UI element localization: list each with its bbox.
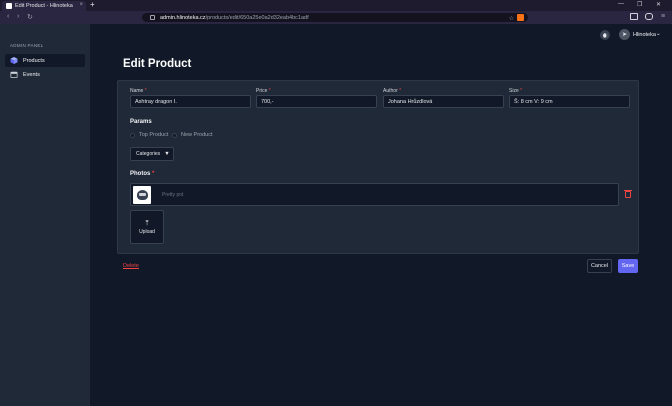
save-button[interactable]: Save xyxy=(618,259,638,273)
calendar-icon xyxy=(10,71,18,78)
browser-toolbar: ‹ › ↻ admin.hlinoteka.cz /products/edit/… xyxy=(0,11,672,24)
categories-dropdown[interactable]: Categories ▼ xyxy=(130,147,174,161)
lock-icon xyxy=(150,15,155,20)
sidebar-item-products[interactable]: Products xyxy=(5,54,85,67)
top-product-label: Top Product xyxy=(139,132,169,138)
radio-icon xyxy=(172,132,177,138)
trash-icon[interactable] xyxy=(624,190,632,198)
name-label: Name * xyxy=(130,88,147,94)
sidebar-item-label: Products xyxy=(23,57,45,64)
params-heading: Params xyxy=(130,119,152,125)
delete-button[interactable]: Delete xyxy=(123,263,139,269)
author-field[interactable]: Johana Hrůzdlová xyxy=(383,95,504,108)
upload-label: Upload xyxy=(139,228,155,235)
browser-tab-title: Edit Product - Hlinoteka xyxy=(15,3,73,9)
caret-down-icon: ▼ xyxy=(164,151,170,157)
radio-icon xyxy=(130,132,135,138)
chevron-down-icon[interactable]: ⌄ xyxy=(656,31,661,37)
photo-item: Pretty pot xyxy=(130,183,619,206)
sidebar-toggle-icon[interactable] xyxy=(630,13,638,20)
user-menu-name[interactable]: Hlinoteka xyxy=(633,32,656,38)
top-product-toggle[interactable]: Top Product xyxy=(130,132,168,138)
bookmark-icon[interactable]: ☆ xyxy=(509,15,514,22)
sidebar-heading: ADMIN PANEL xyxy=(10,43,44,48)
upload-icon: ⤒ xyxy=(145,219,149,227)
photo-thumbnail[interactable] xyxy=(133,186,151,204)
sidebar-item-events[interactable]: Events xyxy=(5,68,85,81)
address-bar[interactable]: admin.hlinoteka.cz /products/edit/650a25… xyxy=(142,13,528,22)
forward-icon[interactable]: › xyxy=(17,13,19,20)
name-field[interactable]: Ashtray dragon I. xyxy=(130,95,251,108)
menu-icon[interactable]: ≡ xyxy=(661,13,665,20)
url-host: admin.hlinoteka.cz xyxy=(160,14,206,21)
new-tab-button[interactable]: + xyxy=(90,0,95,9)
pot-image-icon xyxy=(136,190,148,200)
photos-heading: Photos * xyxy=(130,171,155,177)
sidebar-item-label: Events xyxy=(23,71,40,78)
restore-icon[interactable]: ❐ xyxy=(637,1,642,8)
price-label: Price * xyxy=(256,88,271,94)
wallet-icon[interactable] xyxy=(645,13,653,20)
moon-icon xyxy=(602,32,608,38)
cancel-button[interactable]: Cancel xyxy=(587,259,612,273)
browser-tab-bar: Edit Product - Hlinoteka × + — ❐ ✕ xyxy=(0,0,672,11)
favicon-icon xyxy=(6,3,12,9)
close-tab-icon[interactable]: × xyxy=(79,2,83,8)
page-title: Edit Product xyxy=(123,58,192,70)
size-field[interactable]: Š: 8 cm V: 9 cm xyxy=(509,95,630,108)
url-path: /products/edit/650a25e0a2d32eab4bc1adf xyxy=(205,14,309,21)
cube-icon xyxy=(10,57,18,64)
back-icon[interactable]: ‹ xyxy=(7,13,9,20)
shield-icon[interactable] xyxy=(517,14,524,21)
theme-toggle-button[interactable] xyxy=(600,30,610,40)
browser-tab[interactable]: Edit Product - Hlinoteka × xyxy=(2,1,86,11)
author-label: Author * xyxy=(383,88,402,94)
minimize-icon[interactable]: — xyxy=(618,1,624,7)
new-product-toggle[interactable]: New Product xyxy=(172,132,213,138)
photo-caption-input[interactable]: Pretty pot xyxy=(162,192,183,198)
new-product-label: New Product xyxy=(181,132,213,138)
reload-icon[interactable]: ↻ xyxy=(27,13,33,21)
avatar[interactable]: ➤ xyxy=(619,29,630,40)
close-window-icon[interactable]: ✕ xyxy=(656,1,661,8)
size-label: Size * xyxy=(509,88,523,94)
price-field[interactable]: 700,- xyxy=(256,95,377,108)
upload-button[interactable]: ⤒ Upload xyxy=(130,210,164,244)
sidebar: ADMIN PANEL Products Events xyxy=(0,24,90,406)
categories-label: Categories xyxy=(136,151,161,157)
